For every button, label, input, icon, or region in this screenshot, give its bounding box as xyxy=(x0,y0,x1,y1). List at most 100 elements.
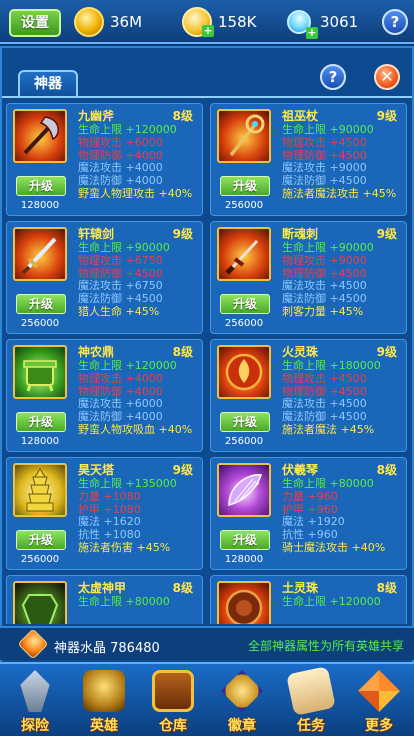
nav-label: 英雄 xyxy=(90,718,118,734)
upgrade-button[interactable]: 升级 xyxy=(16,412,66,432)
add-coin-icon[interactable]: + xyxy=(202,25,214,37)
artifact-stats: 生命上限 +90000 物理攻击 +9000 物理防御 +4500 魔法攻击 +… xyxy=(282,241,406,319)
stat-bonus: 骑士魔法攻击 +40% xyxy=(282,540,386,554)
artifact-card: 升级 128000 九幽斧 8级 生命上限 +120000 物理攻击 +6000… xyxy=(6,103,203,216)
artifact-level: 9级 xyxy=(376,109,397,123)
nav-hero[interactable]: 英雄 xyxy=(69,664,139,736)
upgrade-button[interactable]: 升级 xyxy=(16,176,66,196)
nav-explore[interactable]: 探险 xyxy=(0,664,70,736)
stat-line: 物理攻击 +4500 xyxy=(282,135,367,149)
tab-divider xyxy=(2,96,412,98)
upgrade-cost: 256000 xyxy=(20,554,60,565)
stat-line: 生命上限 +80000 xyxy=(282,477,374,490)
settings-button[interactable]: 设置 xyxy=(9,9,61,37)
upgrade-cost: 256000 xyxy=(224,318,264,329)
nav-label: 徽章 xyxy=(228,718,256,734)
artifact-level: 8级 xyxy=(172,345,193,359)
upgrade-cost: 128000 xyxy=(224,554,264,565)
nav-more[interactable]: 更多 xyxy=(344,664,414,736)
upgrade-button[interactable]: 升级 xyxy=(16,294,66,314)
artifact-stats: 生命上限 +80000 力量 +960 护甲 +960 魔法 +1920 抗性 … xyxy=(282,477,406,555)
stat-bonus: 野蛮人物攻吸血 +40% xyxy=(78,422,193,436)
axe-icon xyxy=(13,109,67,163)
stat-line: 物理攻击 +4500 xyxy=(282,371,367,385)
stat-bonus: 猎人生命 +45% xyxy=(78,304,160,318)
stat-line: 生命上限 +120000 xyxy=(282,595,381,608)
nav-badge[interactable]: 徽章 xyxy=(207,664,277,736)
tab-artifacts[interactable]: 神器 xyxy=(18,70,78,98)
artifact-card: 土灵珠 8级 生命上限 +120000 xyxy=(210,575,407,624)
stat-bonus: 刺客力量 +45% xyxy=(282,304,364,318)
help-button[interactable]: ? xyxy=(382,9,408,35)
upgrade-cost: 256000 xyxy=(224,436,264,447)
upgrade-button[interactable]: 升级 xyxy=(16,530,66,550)
stat-line: 生命上限 +135000 xyxy=(78,477,177,490)
nav-task[interactable]: 任务 xyxy=(276,664,346,736)
stat-line: 物理攻击 +6750 xyxy=(78,253,163,267)
artifact-card: 升级 256000 火灵珠 9级 生命上限 +180000 物理攻击 +4500… xyxy=(210,339,407,452)
coin-value: 158K xyxy=(218,13,257,31)
artifact-panel: 神器 ? ✕ 升级 128000 九幽斧 8级 生命上限 +120000 物理攻… xyxy=(0,46,414,666)
pagoda-icon xyxy=(13,463,67,517)
upgrade-button[interactable]: 升级 xyxy=(220,294,270,314)
stat-line: 物理攻击 +6000 xyxy=(78,135,163,149)
upgrade-button[interactable]: 升级 xyxy=(220,530,270,550)
upgrade-cost: 256000 xyxy=(224,200,264,211)
scroll-icon xyxy=(286,666,336,716)
artifact-stats: 生命上限 +80000 xyxy=(78,595,202,609)
artifact-level: 8级 xyxy=(376,581,397,595)
earth-orb-icon xyxy=(217,581,271,624)
stat-line: 生命上限 +80000 xyxy=(78,595,170,608)
upgrade-cost: 256000 xyxy=(20,318,60,329)
artifact-grid[interactable]: 升级 128000 九幽斧 8级 生命上限 +120000 物理攻击 +6000… xyxy=(6,103,408,624)
hero-helmet-icon xyxy=(83,670,125,712)
dagger-icon xyxy=(217,227,271,281)
gem-value: 3061 xyxy=(320,13,359,31)
staff-icon xyxy=(217,109,271,163)
gold-coins-icon xyxy=(74,7,104,37)
treasure-chest-icon xyxy=(152,670,194,712)
sword-helmet-icon xyxy=(20,670,50,712)
nav-label: 探险 xyxy=(21,718,49,734)
artifact-name: 轩辕剑 xyxy=(78,227,115,241)
artifact-crystal-bar: 神器水晶 786480 全部神器属性为所有英雄共享 xyxy=(0,626,414,660)
artifact-card: 升级 128000 伏羲琴 8级 生命上限 +80000 力量 +960 护甲 … xyxy=(210,457,407,570)
stat-line: 物理攻击 +4000 xyxy=(78,371,163,385)
upgrade-cost: 128000 xyxy=(20,200,60,211)
artifact-name: 昊天塔 xyxy=(78,463,115,477)
top-resource-bar: 设置 36M + 158K + 3061 ? xyxy=(0,0,414,44)
stat-line: 力量 +960 xyxy=(282,489,338,503)
stat-line: 生命上限 +120000 xyxy=(78,359,177,372)
nav-label: 更多 xyxy=(365,718,393,734)
artifact-level: 9级 xyxy=(376,345,397,359)
artifact-name: 伏羲琴 xyxy=(282,463,319,477)
upgrade-button[interactable]: 升级 xyxy=(220,412,270,432)
stat-line: 生命上限 +90000 xyxy=(282,123,374,136)
nav-storage[interactable]: 仓库 xyxy=(138,664,208,736)
artifact-stats: 生命上限 +120000 xyxy=(282,595,406,609)
fire-orb-icon xyxy=(217,345,271,399)
add-gem-icon[interactable]: + xyxy=(306,27,318,39)
panel-help-button[interactable]: ? xyxy=(320,64,346,90)
artifact-level: 8级 xyxy=(376,463,397,477)
stat-line: 生命上限 +90000 xyxy=(78,241,170,254)
artifact-name: 太虚神甲 xyxy=(78,581,127,595)
close-button[interactable]: ✕ xyxy=(374,64,400,90)
artifact-card: 升级 256000 轩辕剑 9级 生命上限 +90000 物理攻击 +6750 … xyxy=(6,221,203,334)
gem-counter[interactable]: + 3061 xyxy=(282,5,359,39)
stat-line: 生命上限 +120000 xyxy=(78,123,177,136)
upgrade-button[interactable]: 升级 xyxy=(220,176,270,196)
stat-bonus: 野蛮人物理攻击 +40% xyxy=(78,186,193,200)
artifact-stats: 生命上限 +135000 力量 +1080 护甲 +1080 魔法 +1620 … xyxy=(78,477,202,555)
coin-counter[interactable]: + 158K xyxy=(182,7,256,37)
gold-counter: 36M xyxy=(74,7,142,37)
crystal-count: 神器水晶 786480 xyxy=(54,641,160,656)
cauldron-icon xyxy=(13,345,67,399)
artifact-card: 升级 256000 昊天塔 9级 生命上限 +135000 力量 +1080 护… xyxy=(6,457,203,570)
shared-attribute-note: 全部神器属性为所有英雄共享 xyxy=(247,639,404,653)
artifact-name: 神农鼎 xyxy=(78,345,115,359)
artifact-name: 火灵珠 xyxy=(282,345,319,359)
stat-line: 生命上限 +90000 xyxy=(282,241,374,254)
artifact-name: 九幽斧 xyxy=(78,109,115,123)
stat-line: 生命上限 +180000 xyxy=(282,359,381,372)
